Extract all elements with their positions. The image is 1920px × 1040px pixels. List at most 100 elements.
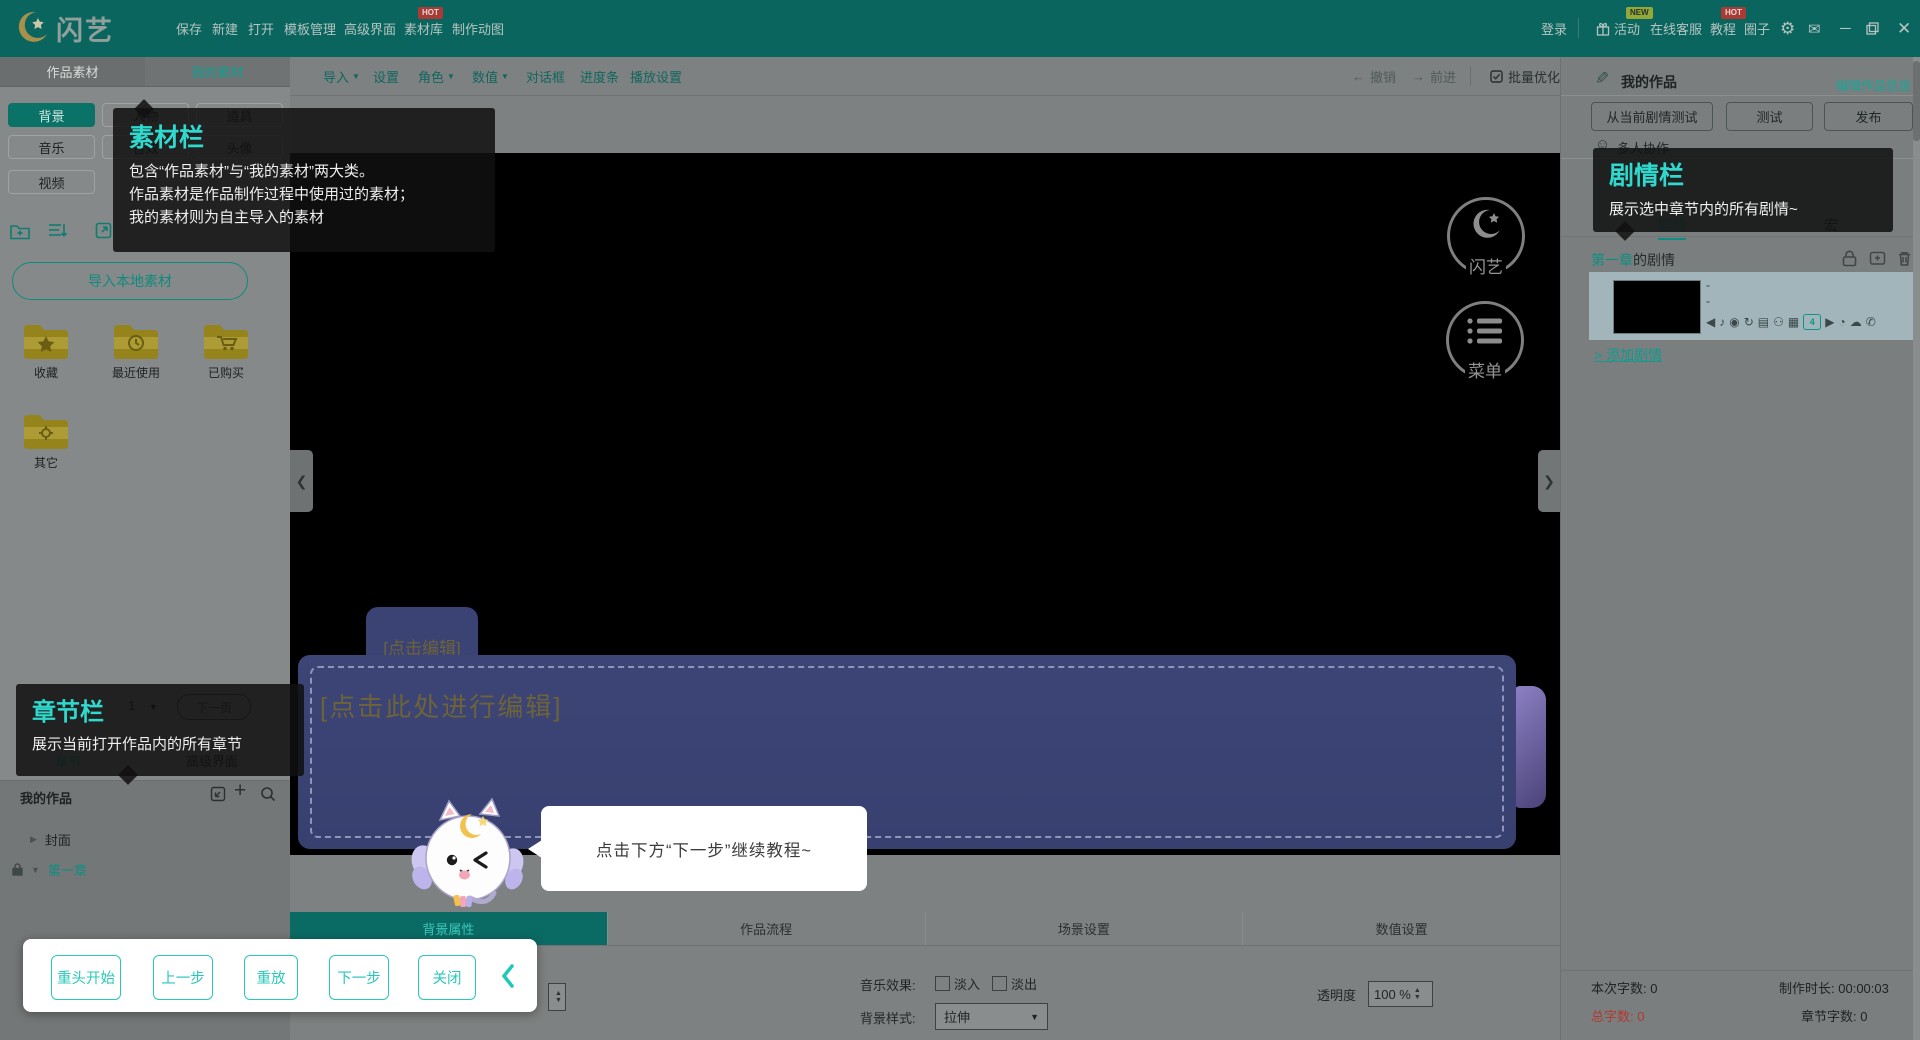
fade-out-label: 淡出: [1011, 974, 1037, 993]
menu-new[interactable]: 新建: [212, 0, 238, 57]
folder-favorites[interactable]: 收藏: [9, 323, 83, 381]
previous-step-button[interactable]: 上一步: [153, 955, 213, 1000]
lock-icon[interactable]: [1842, 250, 1857, 267]
canvas-logo-label: 闪艺: [1466, 253, 1506, 278]
collapse-left-panel-handle[interactable]: ❮: [290, 450, 313, 512]
test-button[interactable]: 测试: [1726, 102, 1813, 131]
lock-icon: [12, 863, 23, 876]
folder-label: 收藏: [9, 364, 83, 381]
tree-item-label: 第一章: [48, 860, 87, 879]
bg-style-select[interactable]: 拉伸 ▼: [935, 1003, 1048, 1030]
toolbar-import[interactable]: 导入▼: [323, 57, 360, 95]
folder-purchased[interactable]: 已购买: [189, 323, 263, 381]
new-folder-icon[interactable]: [10, 222, 30, 240]
trash-icon[interactable]: [1897, 250, 1912, 267]
folder-other[interactable]: 其它: [9, 413, 83, 471]
toolbar-numeric[interactable]: 数值▼: [472, 57, 509, 95]
menu-template-manage[interactable]: 模板管理: [284, 0, 336, 57]
tutorial-control-bar: 重头开始 上一步 重放 下一步 关闭: [23, 939, 537, 1012]
mail-icon[interactable]: ✉: [1808, 0, 1821, 57]
sort-list-icon[interactable]: [48, 222, 68, 240]
toolbar-progress-bar[interactable]: 进度条: [580, 57, 619, 95]
music-note-icon: ♪: [1719, 315, 1725, 329]
plot-feature-icons: ◀ ♪ ◉ ↻ ▤ ⚇ ▦ 4 ▶ ◔ ☁ ✆: [1706, 314, 1876, 330]
tab-numeric-settings[interactable]: 数值设置: [1242, 912, 1560, 945]
category-background[interactable]: 背景: [8, 103, 95, 127]
edit-work-info-link[interactable]: 编辑作品信息: [1836, 75, 1911, 94]
moon-star-icon: [1467, 206, 1505, 244]
restart-tutorial-button[interactable]: 重头开始: [51, 955, 121, 1000]
speaker-icon: ◀: [1706, 315, 1715, 329]
menu-open[interactable]: 打开: [248, 0, 274, 57]
clock-icon: ◔: [1838, 315, 1845, 329]
fade-out-checkbox[interactable]: 淡出: [992, 974, 1037, 993]
redo-button[interactable]: →前进: [1412, 57, 1456, 95]
next-step-button[interactable]: 下一步: [329, 955, 389, 1000]
plot-list-item-selected[interactable]: - - ◀ ♪ ◉ ↻ ▤ ⚇ ▦ 4 ▶ ◔ ☁ ✆: [1589, 272, 1915, 340]
stat-duration: 制作时长: 00:00:03: [1779, 978, 1889, 997]
menu-community[interactable]: 圈子: [1744, 0, 1770, 57]
maximize-button[interactable]: [1866, 0, 1879, 57]
tab-scene-settings[interactable]: 场景设置: [925, 912, 1243, 945]
category-video[interactable]: 视频: [8, 170, 95, 194]
category-music[interactable]: 音乐: [8, 135, 95, 159]
plot-line2: -: [1706, 294, 1710, 308]
tab-work-flow[interactable]: 作品流程: [607, 912, 925, 945]
stage-canvas[interactable]: 闪艺 菜单 [点击编辑] [点击此处进行编辑]: [290, 153, 1560, 855]
test-from-current-plot-button[interactable]: 从当前剧情测试: [1591, 102, 1713, 131]
tree-item-cover[interactable]: ▶ 封面: [30, 830, 71, 849]
toolbar-play-settings[interactable]: 播放设置: [630, 57, 682, 95]
scrollbar-track[interactable]: [1913, 57, 1920, 1040]
tab-my-materials[interactable]: 我的素材: [145, 57, 290, 86]
caret-right-icon: ▶: [30, 834, 37, 845]
arrow-left-icon: ←: [1352, 69, 1365, 84]
import-local-material-button[interactable]: 导入本地素材: [12, 262, 248, 300]
menu-advanced-ui[interactable]: 高级界面: [344, 0, 396, 57]
opacity-value: 100 %: [1374, 987, 1411, 1002]
close-tutorial-button[interactable]: 关闭: [418, 955, 476, 1000]
menu-online-support[interactable]: 在线客服: [1650, 0, 1702, 57]
replay-button[interactable]: 重放: [244, 955, 298, 1000]
collapse-tutorial-chevron[interactable]: [501, 963, 515, 989]
fade-in-checkbox[interactable]: 淡入: [935, 974, 980, 993]
publish-button[interactable]: 发布: [1824, 102, 1913, 131]
minimize-button[interactable]: ─: [1840, 0, 1851, 57]
add-work-icon[interactable]: +: [234, 779, 246, 803]
opacity-stepper[interactable]: 100 % ▲▼: [1368, 981, 1433, 1007]
app-logo[interactable]: 闪艺: [14, 8, 114, 48]
close-button[interactable]: ✕: [1897, 0, 1911, 57]
logo-text: 闪艺: [56, 9, 114, 48]
folder-label: 最近使用: [99, 364, 173, 381]
import-work-icon[interactable]: [210, 786, 226, 802]
tab-work-materials[interactable]: 作品素材: [0, 57, 145, 86]
canvas-menu-button[interactable]: 菜单: [1446, 301, 1524, 379]
check-square-icon: [1490, 70, 1503, 83]
export-file-icon[interactable]: [95, 222, 115, 240]
plot-line1: -: [1706, 278, 1710, 292]
add-folder-icon[interactable]: [1869, 250, 1886, 266]
new-badge: NEW: [1626, 7, 1653, 19]
toolbar-character[interactable]: 角色▼: [418, 57, 455, 95]
batch-optimize-button[interactable]: 批量优化: [1490, 57, 1560, 95]
login-button[interactable]: 登录: [1541, 0, 1567, 57]
add-plot-link[interactable]: > 添加剧情: [1594, 345, 1662, 365]
my-works-title: 我的作品: [20, 788, 72, 807]
hidden-stepper[interactable]: ▲▼: [548, 983, 566, 1011]
menu-make-gif[interactable]: 制作动图: [452, 0, 504, 57]
collapse-right-panel-handle[interactable]: ❯: [1538, 450, 1560, 512]
folder-recent[interactable]: 最近使用: [99, 323, 173, 381]
phone-icon: ✆: [1866, 315, 1876, 329]
caret-down-icon: ▼: [31, 865, 40, 875]
toolbar-dialog-box[interactable]: 对话框: [526, 57, 565, 95]
undo-button[interactable]: ←撤销: [1352, 57, 1396, 95]
toolbar-settings[interactable]: 设置: [373, 57, 399, 95]
hot-badge: HOT: [418, 7, 443, 19]
opacity-label: 透明度: [1317, 985, 1356, 1004]
tree-item-chapter1[interactable]: ▼ 第一章: [12, 860, 87, 879]
scrollbar-thumb[interactable]: [1913, 61, 1920, 141]
settings-gear-icon[interactable]: ⚙: [1780, 0, 1795, 57]
moon-star-logo-icon: [14, 8, 50, 48]
search-icon[interactable]: [260, 786, 276, 802]
menu-save[interactable]: 保存: [176, 0, 202, 57]
editor-toolbar: 导入▼ 设置 角色▼ 数值▼ 对话框 进度条 播放设置 ←撤销 →前进 批量优化: [290, 57, 1560, 96]
